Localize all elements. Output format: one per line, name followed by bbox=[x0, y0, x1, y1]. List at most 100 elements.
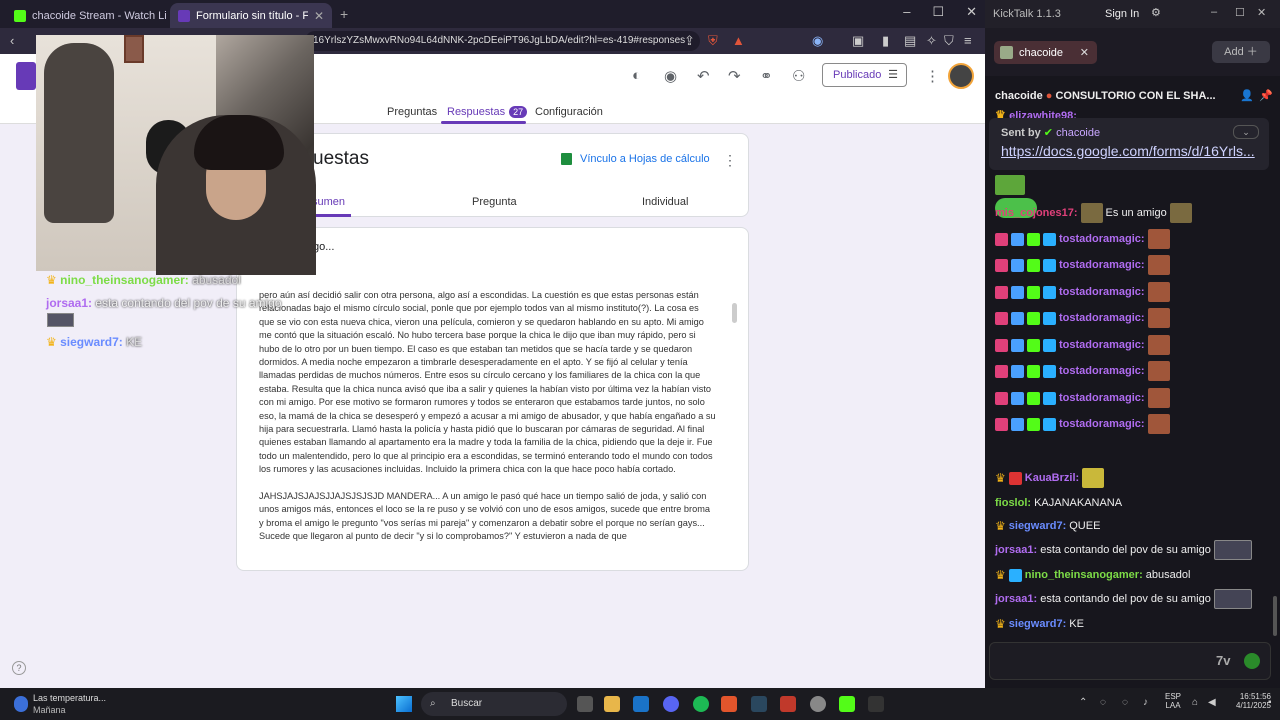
extension-icon[interactable]: ▣ bbox=[852, 33, 864, 49]
sheets-link[interactable]: Vínculo a Hojas de cálculo bbox=[561, 153, 710, 165]
taskbar-search[interactable]: ⌕ Buscar bbox=[421, 692, 567, 716]
pin-icon[interactable]: 📌 bbox=[1259, 84, 1273, 108]
undo-icon[interactable]: ↶ bbox=[697, 67, 710, 85]
chevron-down-icon[interactable]: ⌄ bbox=[1233, 125, 1259, 139]
bing-icon[interactable] bbox=[633, 696, 649, 712]
add-channel-button[interactable]: Add ＋ bbox=[1212, 41, 1270, 63]
extension-icon[interactable]: ◉ bbox=[812, 33, 823, 49]
chat-username[interactable]: siegward7: bbox=[1009, 520, 1066, 532]
brave-icon[interactable] bbox=[721, 696, 737, 712]
7tv-icon[interactable]: 7v bbox=[1216, 653, 1230, 668]
chat-username[interactable]: tostadoramagic: bbox=[1059, 418, 1145, 430]
chat-username[interactable]: tostadoramagic: bbox=[1059, 259, 1145, 271]
notification-bell-icon[interactable]: ▪ bbox=[1268, 697, 1272, 708]
clock[interactable]: 16:51:56 4/11/2025 bbox=[1236, 692, 1271, 710]
chevron-up-icon[interactable]: ⌃ bbox=[1079, 697, 1087, 708]
chat-input[interactable]: 7v bbox=[989, 642, 1271, 680]
microphone-icon[interactable]: ♪ bbox=[1143, 697, 1148, 708]
volume-icon[interactable]: ◀ bbox=[1208, 697, 1216, 708]
help-icon[interactable]: ? bbox=[12, 661, 26, 675]
brave-shield-icon[interactable]: ⛨ bbox=[708, 33, 718, 49]
discord-icon[interactable] bbox=[663, 696, 679, 712]
windows-start-icon[interactable] bbox=[396, 696, 412, 712]
leo-icon[interactable]: ✧ bbox=[926, 33, 937, 49]
close-window-icon[interactable]: ✕ bbox=[966, 4, 977, 20]
chat-username[interactable]: tostadoramagic: bbox=[1059, 339, 1145, 351]
user-icon[interactable]: 👤 bbox=[1240, 84, 1254, 108]
chat-text: Es un amigo bbox=[1105, 207, 1167, 219]
maximize-icon[interactable]: ☐ bbox=[932, 4, 944, 20]
steam-icon[interactable] bbox=[751, 696, 767, 712]
back-icon[interactable]: ‹ bbox=[10, 33, 14, 48]
gear-icon[interactable]: ⚙ bbox=[1151, 6, 1161, 19]
epic-games-icon[interactable] bbox=[868, 696, 884, 712]
kicktalk-icon[interactable] bbox=[839, 696, 855, 712]
chat-username[interactable]: jorsaa1: bbox=[995, 593, 1037, 605]
maximize-icon[interactable]: ☐ bbox=[1235, 6, 1245, 19]
scrollbar[interactable] bbox=[732, 303, 737, 323]
minimize-icon[interactable]: – bbox=[1211, 6, 1217, 18]
chat-username[interactable]: mis_cojones17: bbox=[995, 207, 1078, 219]
tab-google-form[interactable]: Formulario sin título - Formulario ✕ bbox=[170, 3, 332, 28]
close-tab-icon[interactable]: ✕ bbox=[1080, 46, 1089, 59]
weather-title[interactable]: Las temperatura... bbox=[33, 693, 106, 703]
cube-icon bbox=[1043, 391, 1056, 405]
chat-username[interactable]: tostadoramagic: bbox=[1059, 392, 1145, 404]
share-icon[interactable]: ⇪ bbox=[684, 33, 695, 49]
vpn-icon[interactable]: ⛉ bbox=[944, 33, 954, 49]
published-button[interactable]: Publicado ☰ bbox=[822, 63, 907, 87]
chat-username[interactable]: siegward7: bbox=[1009, 618, 1066, 630]
tab-respuestas[interactable]: Respuestas 27 bbox=[447, 106, 528, 118]
chat-username[interactable]: KauaBrzil: bbox=[1025, 472, 1079, 484]
wallet-icon[interactable]: ▤ bbox=[904, 33, 916, 49]
menu-icon[interactable]: ≡ bbox=[964, 33, 972, 48]
close-window-icon[interactable]: ✕ bbox=[1257, 6, 1266, 19]
palette-icon[interactable]: ◐ bbox=[632, 67, 641, 84]
chat-username[interactable]: jorsaa1: bbox=[995, 544, 1037, 556]
obs-icon[interactable] bbox=[810, 696, 826, 712]
subtab-resumen[interactable]: sumen bbox=[312, 196, 345, 208]
brave-rewards-icon[interactable]: ▲ bbox=[732, 33, 745, 48]
partial-chat-message: ♛ elizawhite98: bbox=[995, 108, 1077, 118]
tray-icon[interactable]: ◌ bbox=[1122, 697, 1128, 708]
minimize-icon[interactable]: – bbox=[903, 4, 910, 20]
app-icon[interactable] bbox=[780, 696, 796, 712]
sign-in-button[interactable]: Sign In bbox=[1105, 8, 1139, 20]
account-avatar[interactable] bbox=[948, 63, 974, 89]
more-options-icon[interactable]: ⋮ bbox=[723, 152, 737, 169]
sword-icon bbox=[1011, 232, 1024, 246]
chat-username[interactable]: fioslol: bbox=[995, 497, 1031, 509]
redo-icon[interactable]: ↷ bbox=[728, 67, 741, 85]
chat-username[interactable]: tostadoramagic: bbox=[1059, 365, 1145, 377]
tab-kick-stream[interactable]: chacoide Stream - Watch Live on bbox=[6, 3, 166, 28]
weather-icon[interactable] bbox=[14, 696, 28, 712]
subtab-pregunta[interactable]: Pregunta bbox=[472, 196, 517, 208]
spotify-icon[interactable] bbox=[693, 696, 709, 712]
url-field[interactable]: 16YrlszYZsMwxvRNo94L64dNNK-2pcDEeiPT96Jg… bbox=[305, 31, 700, 51]
chat-username[interactable]: nino_theinsanogamer: bbox=[1025, 569, 1143, 581]
new-tab-icon[interactable]: + bbox=[340, 6, 348, 22]
channel-tab-chacoide[interactable]: chacoide ✕ bbox=[994, 41, 1097, 64]
pinned-url-link[interactable]: https://docs.google.com/forms/d/16Yrls..… bbox=[1001, 143, 1257, 159]
more-options-icon[interactable]: ⋮ bbox=[925, 67, 940, 85]
link-icon[interactable]: ⚭ bbox=[760, 67, 773, 85]
chat-scrollbar[interactable] bbox=[1273, 596, 1277, 636]
tab-preguntas[interactable]: Preguntas bbox=[387, 106, 437, 118]
tray-icon[interactable]: ◌ bbox=[1100, 697, 1106, 708]
add-collaborator-icon[interactable]: ⚇ bbox=[792, 67, 805, 85]
tab-configuracion[interactable]: Configuración bbox=[535, 106, 603, 118]
chat-username[interactable]: tostadoramagic: bbox=[1059, 233, 1145, 245]
browser-window: chacoide Stream - Watch Live on Formular… bbox=[0, 0, 985, 688]
subtab-individual[interactable]: Individual bbox=[642, 196, 688, 208]
forms-logo-icon[interactable] bbox=[16, 62, 36, 90]
preview-eye-icon[interactable]: ◉ bbox=[664, 67, 677, 85]
task-view-icon[interactable] bbox=[577, 696, 593, 712]
chat-username[interactable]: tostadoramagic: bbox=[1059, 286, 1145, 298]
close-tab-icon[interactable]: ✕ bbox=[314, 9, 324, 23]
file-explorer-icon[interactable] bbox=[604, 696, 620, 712]
language-indicator[interactable]: ESP LAA bbox=[1165, 692, 1181, 710]
sidebar-icon[interactable]: ▮ bbox=[882, 33, 889, 49]
network-icon[interactable]: ⌂ bbox=[1192, 697, 1198, 708]
emoji-icon[interactable] bbox=[1244, 653, 1260, 669]
chat-username[interactable]: tostadoramagic: bbox=[1059, 312, 1145, 324]
